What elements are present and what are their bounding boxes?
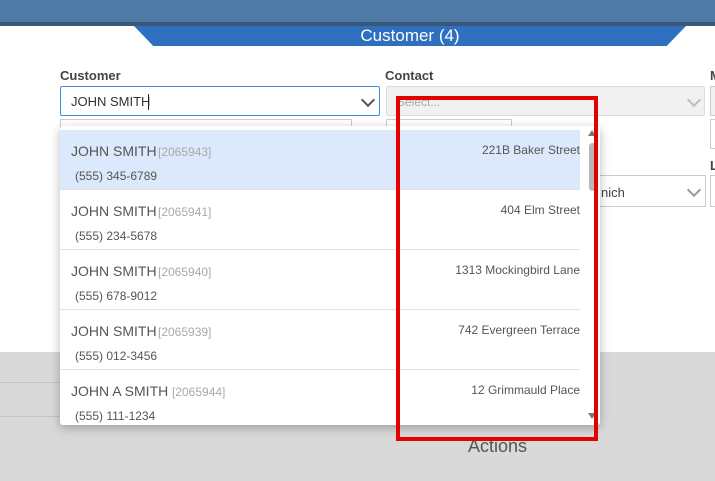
text-caret — [148, 94, 149, 110]
customer-name: JOHN A SMITH — [71, 383, 169, 399]
chevron-down-icon[interactable] — [686, 92, 702, 108]
customer-phone: (555) 234-5678 — [75, 229, 158, 243]
background-divider — [0, 416, 68, 417]
customer-name: JOHN SMITH — [71, 143, 157, 159]
partial-label: M — [710, 68, 715, 83]
customer-name: JOHN SMITH — [71, 203, 157, 219]
dialog-title: Customer (4) — [360, 26, 460, 45]
chevron-down-icon[interactable] — [360, 92, 376, 108]
customer-id: [2065941] — [158, 205, 212, 219]
partial-field — [710, 175, 715, 207]
customer-phone: (555) 345-6789 — [75, 169, 158, 183]
chevron-down-icon[interactable] — [686, 182, 702, 198]
customer-label: Customer — [60, 68, 121, 83]
annotation-highlight-box — [396, 96, 598, 441]
customer-id: [2065944] — [172, 385, 226, 399]
customer-input-value[interactable]: JOHN SMITH — [71, 94, 150, 109]
customer-name: JOHN SMITH — [71, 263, 157, 279]
customer-phone: (555) 111-1234 — [75, 409, 156, 423]
contact-label: Contact — [385, 68, 434, 83]
customer-combobox[interactable]: JOHN SMITH — [60, 86, 380, 116]
customer-id: [2065943] — [158, 145, 212, 159]
customer-id: [2065940] — [158, 265, 212, 279]
customer-id: [2065939] — [158, 325, 212, 339]
window-top-bar — [0, 0, 715, 22]
partial-label: L — [710, 158, 715, 173]
partial-select[interactable]: nich — [592, 175, 706, 207]
partial-field — [710, 86, 715, 116]
customer-name: JOHN SMITH — [71, 323, 157, 339]
customer-phone: (555) 678-9012 — [75, 289, 158, 303]
partial-select-value: nich — [601, 185, 625, 200]
background-divider — [0, 382, 68, 383]
customer-phone: (555) 012-3456 — [75, 349, 158, 363]
partial-field — [710, 119, 715, 149]
